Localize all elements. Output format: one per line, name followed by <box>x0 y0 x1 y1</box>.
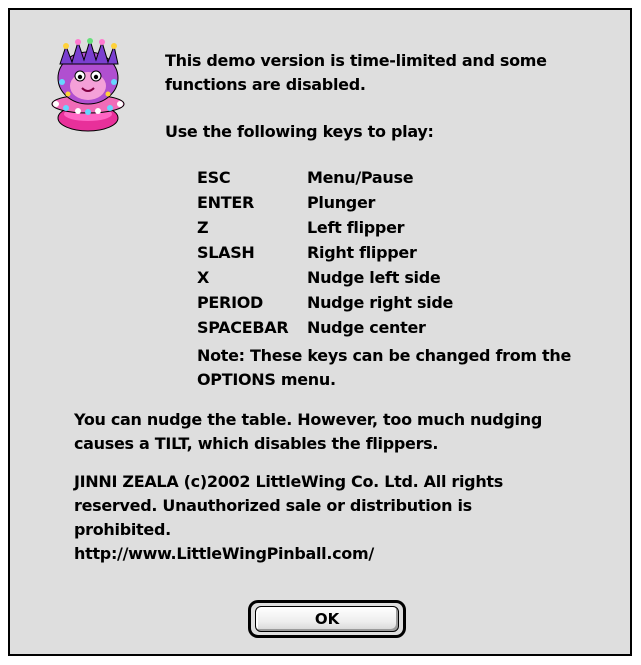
copyright-text-line1: JINNI ZEALA (c)2002 LittleWing Co. Ltd. … <box>74 472 503 491</box>
key-action: Plunger <box>307 193 376 212</box>
key-name: SPACEBAR <box>197 318 289 337</box>
intro-text-line2: functions are disabled. <box>165 75 366 94</box>
key-action: Menu/Pause <box>307 168 414 187</box>
website-url: http://www.LittleWingPinball.com/ <box>74 544 374 563</box>
key-name: ENTER <box>197 193 254 212</box>
note-text-line1: Note: These keys can be changed from the <box>197 346 572 365</box>
key-mapping-table: ESC Menu/Pause ENTER Plunger Z Left flip… <box>197 165 453 340</box>
intro-text-line1: This demo version is time-limited and so… <box>165 51 547 70</box>
nudge-text-line2: causes a TILT, which disables the flippe… <box>74 434 439 453</box>
note-text-line2: OPTIONS menu. <box>197 370 336 389</box>
table-row: X Nudge left side <box>197 265 453 290</box>
key-action: Right flipper <box>307 243 417 262</box>
key-name: X <box>197 268 210 287</box>
key-action: Nudge center <box>307 318 426 337</box>
pinball-character-icon <box>51 38 125 132</box>
ok-button[interactable]: OK <box>248 600 406 638</box>
key-action: Nudge right side <box>307 293 454 312</box>
key-name: SLASH <box>197 243 255 262</box>
key-name: Z <box>197 218 209 237</box>
keys-heading: Use the following keys to play: <box>165 122 434 141</box>
key-name: ESC <box>197 168 231 187</box>
key-action: Nudge left side <box>307 268 441 287</box>
key-action: Left flipper <box>307 218 405 237</box>
table-row: SPACEBAR Nudge center <box>197 315 453 340</box>
copyright-text-line2: reserved. Unauthorized sale or distribut… <box>74 496 472 515</box>
table-row: Z Left flipper <box>197 215 453 240</box>
table-row: ENTER Plunger <box>197 190 453 215</box>
ok-button-label[interactable]: OK <box>255 606 399 632</box>
key-name: PERIOD <box>197 293 264 312</box>
table-row: ESC Menu/Pause <box>197 165 453 190</box>
table-row: SLASH Right flipper <box>197 240 453 265</box>
nudge-text-line1: You can nudge the table. However, too mu… <box>74 410 542 429</box>
demo-info-dialog: This demo version is time-limited and so… <box>8 8 632 656</box>
table-row: PERIOD Nudge right side <box>197 290 453 315</box>
copyright-text-line3: prohibited. <box>74 520 171 539</box>
